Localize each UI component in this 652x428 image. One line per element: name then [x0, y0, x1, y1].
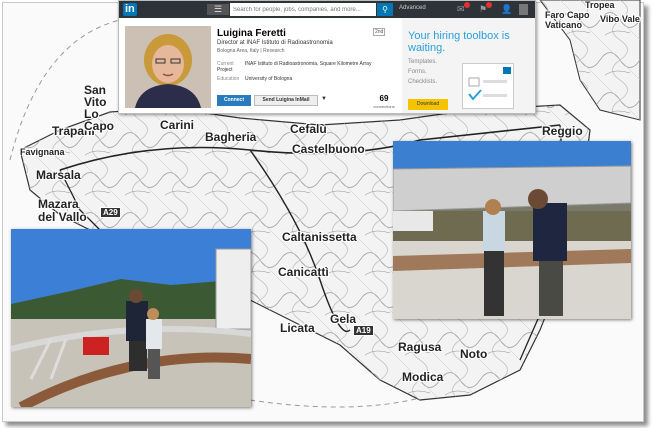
profile-photo [125, 26, 211, 108]
search-icon: ⚲ [382, 5, 388, 14]
town-ragusa: Ragusa [398, 340, 442, 354]
town-favignana: Favignana [20, 147, 65, 157]
checklist-illustration [462, 63, 514, 109]
linkedin-top-bar: in ☰ ⚲ Advanced ✉ ⚑ 👤 [119, 1, 535, 18]
profile-location: Bologna Area, Italy | Research [217, 48, 284, 54]
town-modica: Modica [402, 370, 444, 384]
ad-line: Templates. [408, 59, 438, 65]
current-row: Current INAF Istituto di Radioastronomia,… [217, 61, 387, 73]
linkedin-window: in ☰ ⚲ Advanced ✉ ⚑ 👤 [118, 0, 536, 114]
ad-line: Forms. [408, 69, 427, 75]
advanced-search-link[interactable]: Advanced [399, 5, 426, 11]
ad-title: Your hiring toolbox is waiting. [408, 30, 510, 54]
download-button[interactable]: Download [408, 99, 448, 110]
location-text: Bologna Area, Italy [217, 48, 259, 54]
town-canicatti: Canicattì [278, 265, 329, 279]
notification-badge [486, 2, 492, 8]
chevron-down-icon[interactable]: ▼ [321, 96, 327, 102]
hiring-toolbox-ad[interactable]: Your hiring toolbox is waiting. Template… [402, 18, 535, 113]
town-castelbuono: Castelbuono [292, 142, 365, 156]
town-marsala: Marsala [36, 168, 81, 182]
education-row: Education University of Bologna [217, 76, 292, 82]
route-shield: A29 [100, 207, 121, 218]
town-reggio: Reggio [542, 124, 583, 138]
education-value[interactable]: University of Bologna [245, 76, 292, 82]
town-mazara-del-vallo: Mazara del Vallo [38, 197, 87, 224]
town-cefalu: Cefalù [290, 122, 327, 136]
town-gela: Gela [330, 312, 357, 326]
search-button[interactable]: ⚲ [377, 3, 393, 16]
education-label: Education [217, 76, 240, 82]
search-input[interactable] [230, 3, 376, 16]
photo-antenna-site [393, 141, 631, 319]
town-noto: Noto [460, 347, 488, 361]
profile-headline: Director at INAF Istituto di Radioastron… [217, 40, 333, 46]
connections-label: connections [373, 104, 395, 109]
town-carini: Carini [160, 118, 195, 132]
send-inmail-button[interactable]: Send Luigina InMail [254, 95, 318, 106]
profile-card: Luigina Feretti 2nd Director at INAF Ist… [119, 18, 535, 113]
linkedin-logo[interactable]: in [123, 3, 137, 16]
connection-degree-badge: 2nd [373, 28, 386, 36]
photo-radio-telescope [11, 229, 251, 407]
town-tropea: Tropea [585, 0, 615, 10]
avatar[interactable] [519, 4, 528, 15]
industry-text: Research [263, 48, 285, 54]
ad-line: Checklists. [408, 79, 438, 85]
town-vibo-valentia: Vibo Vale [600, 14, 640, 24]
route-shield: A19 [353, 325, 374, 336]
connections-count: 69 [379, 94, 389, 103]
town-caltanissetta: Caltanissetta [282, 230, 357, 244]
town-faro-capo-vaticano: Faro Capo Vaticano [545, 10, 590, 30]
add-connection-icon[interactable]: 👤 [501, 4, 512, 15]
notification-badge [464, 2, 470, 8]
connect-button[interactable]: Connect [217, 95, 251, 106]
collage: Trapani Marsala Mazara del Vallo Favigna… [0, 0, 652, 428]
town-licata: Licata [280, 321, 315, 335]
menu-icon[interactable]: ☰ [207, 4, 229, 15]
profile-name: Luigina Feretti [217, 28, 286, 39]
town-bagheria: Bagheria [205, 130, 257, 144]
